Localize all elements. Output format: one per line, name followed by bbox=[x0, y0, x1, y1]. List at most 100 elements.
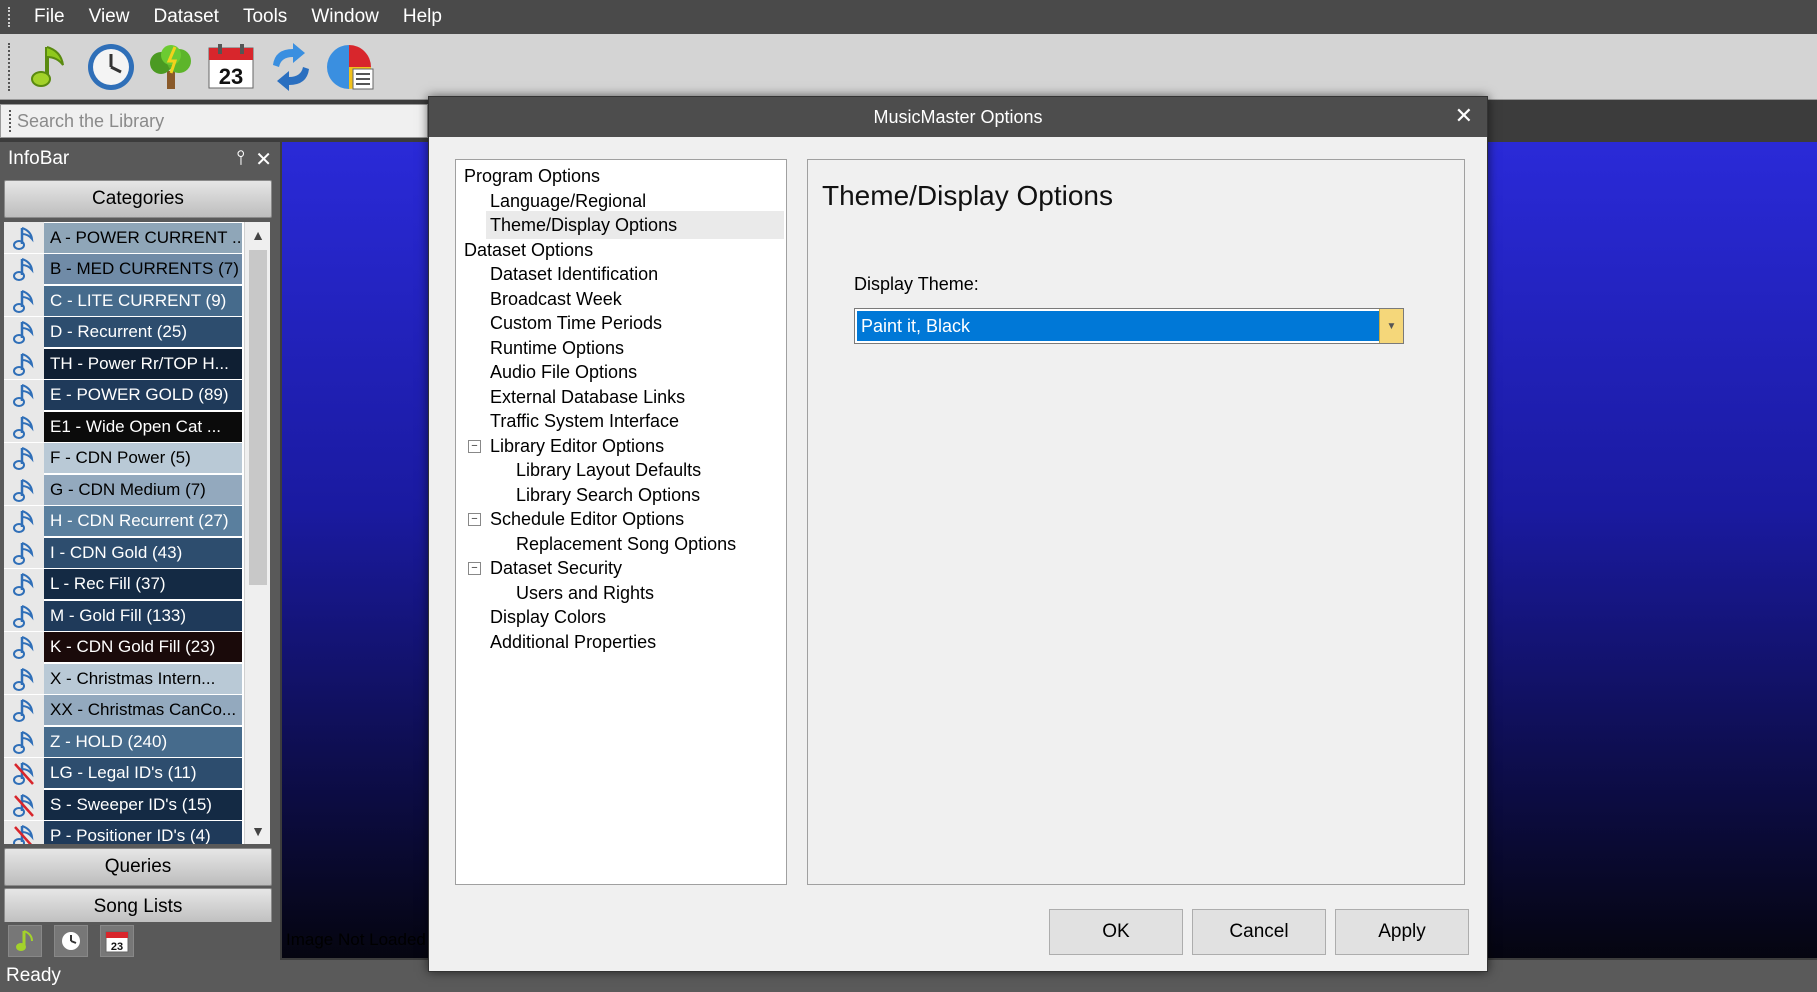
category-note-icon bbox=[4, 726, 44, 757]
category-list: ▲ ▼ A - POWER CURRENT ... B - MED CURRENT… bbox=[4, 222, 270, 844]
category-label: B - MED CURRENTS (7) bbox=[44, 254, 242, 284]
category-row[interactable]: P - Positioner ID's (4) bbox=[4, 820, 242, 844]
no-note-icon bbox=[4, 789, 44, 820]
category-row[interactable]: I - CDN Gold (43) bbox=[4, 537, 242, 568]
scroll-up-icon[interactable]: ▲ bbox=[245, 222, 270, 248]
note-tab-icon[interactable] bbox=[8, 925, 42, 957]
music-note-icon[interactable] bbox=[22, 38, 80, 96]
category-row[interactable]: A - POWER CURRENT ... bbox=[4, 222, 242, 253]
chart-icon[interactable] bbox=[322, 38, 380, 96]
category-note-icon bbox=[4, 694, 44, 726]
pin-icon[interactable]: ⫯ bbox=[237, 147, 246, 172]
dialog-title-bar[interactable]: MusicMaster Options ✕ bbox=[429, 97, 1487, 137]
dialog-close-icon[interactable]: ✕ bbox=[1455, 103, 1473, 129]
category-label: Z - HOLD (240) bbox=[44, 726, 242, 757]
category-note-icon bbox=[4, 663, 44, 694]
category-note-icon bbox=[4, 222, 44, 253]
category-row[interactable]: Z - HOLD (240) bbox=[4, 726, 242, 757]
menu-grip[interactable] bbox=[8, 7, 12, 27]
infobar-panel: InfoBar ⫯ ✕ Categories ▲ ▼ A - POWER CUR… bbox=[0, 142, 280, 960]
category-row[interactable]: F - CDN Power (5) bbox=[4, 442, 242, 474]
no-note-icon bbox=[4, 820, 44, 844]
menu-dataset[interactable]: Dataset bbox=[141, 0, 230, 34]
category-note-icon bbox=[4, 285, 44, 316]
menu-view[interactable]: View bbox=[77, 0, 142, 34]
display-theme-select[interactable]: Paint it, Black ▼ bbox=[854, 308, 1404, 344]
library-search-bar bbox=[0, 104, 428, 138]
scroll-down-icon[interactable]: ▼ bbox=[245, 818, 270, 844]
tree-item[interactable]: Additional Properties bbox=[486, 628, 656, 656]
category-row[interactable]: E1 - Wide Open Cat ... bbox=[4, 411, 242, 442]
category-row[interactable]: M - Gold Fill (133) bbox=[4, 600, 242, 631]
category-row[interactable]: G - CDN Medium (7) bbox=[4, 474, 242, 505]
dialog-title: MusicMaster Options bbox=[873, 106, 1043, 127]
scrollbar-thumb[interactable] bbox=[249, 250, 267, 585]
options-dialog: MusicMaster Options ✕ Program Options Lan… bbox=[428, 96, 1488, 972]
category-note-icon bbox=[4, 411, 44, 442]
calendar-tab-icon[interactable]: 23 bbox=[100, 925, 134, 957]
menu-window[interactable]: Window bbox=[299, 0, 391, 34]
category-row[interactable]: LG - Legal ID's (11) bbox=[4, 757, 242, 789]
category-row[interactable]: X - Christmas Intern... bbox=[4, 663, 242, 694]
category-label: LG - Legal ID's (11) bbox=[44, 758, 242, 788]
library-search-input[interactable] bbox=[17, 110, 407, 132]
queries-button[interactable]: Queries bbox=[4, 848, 272, 886]
menu-file[interactable]: File bbox=[22, 0, 77, 34]
categories-button[interactable]: Categories bbox=[4, 180, 272, 218]
apply-button[interactable]: Apply bbox=[1335, 909, 1469, 955]
collapse-icon[interactable]: − bbox=[468, 439, 481, 453]
category-row[interactable]: XX - Christmas CanCo... bbox=[4, 694, 242, 726]
menu-tools[interactable]: Tools bbox=[231, 0, 299, 34]
infobar-close-icon[interactable]: ✕ bbox=[255, 147, 272, 172]
category-note-icon bbox=[4, 600, 44, 631]
category-row[interactable]: TH - Power Rr/TOP H... bbox=[4, 348, 242, 379]
category-row[interactable]: C - LITE CURRENT (9) bbox=[4, 285, 242, 316]
search-grip[interactable] bbox=[9, 110, 13, 132]
calendar-icon[interactable]: 23 bbox=[202, 38, 260, 96]
category-note-icon bbox=[4, 474, 44, 505]
category-row[interactable]: H - CDN Recurrent (27) bbox=[4, 505, 242, 537]
tree-icon[interactable] bbox=[142, 38, 200, 96]
toolbar-grip[interactable] bbox=[8, 42, 12, 91]
category-note-icon bbox=[4, 348, 44, 379]
category-note-icon bbox=[4, 379, 44, 411]
panel-title: Theme/Display Options bbox=[822, 180, 1114, 211]
category-note-icon bbox=[4, 568, 44, 600]
category-row[interactable]: K - CDN Gold Fill (23) bbox=[4, 631, 242, 663]
image-status-text: Image Not Loaded bbox=[286, 930, 426, 949]
category-note-icon bbox=[4, 631, 44, 663]
infobar-title: InfoBar bbox=[8, 148, 70, 169]
clock-tab-icon[interactable] bbox=[54, 925, 88, 957]
clock-icon[interactable] bbox=[82, 38, 140, 96]
display-theme-value[interactable]: Paint it, Black bbox=[857, 311, 1381, 341]
refresh-icon[interactable] bbox=[262, 38, 320, 96]
dropdown-arrow-icon[interactable]: ▼ bbox=[1379, 309, 1403, 343]
category-label: P - Positioner ID's (4) bbox=[44, 821, 242, 844]
category-row[interactable]: S - Sweeper ID's (15) bbox=[4, 789, 242, 820]
menu-bar: File View Dataset Tools Window Help bbox=[0, 0, 1817, 34]
status-text: Ready bbox=[6, 965, 61, 986]
song-lists-button[interactable]: Song Lists bbox=[4, 888, 272, 926]
ok-button[interactable]: OK bbox=[1049, 909, 1183, 955]
category-label: F - CDN Power (5) bbox=[44, 443, 242, 473]
calendar-day: 23 bbox=[219, 64, 243, 89]
category-note-icon bbox=[4, 537, 44, 568]
category-row[interactable]: D - Recurrent (25) bbox=[4, 316, 242, 348]
category-scrollbar[interactable]: ▲ ▼ bbox=[244, 222, 270, 844]
category-label: E - POWER GOLD (89) bbox=[44, 380, 242, 410]
menu-help[interactable]: Help bbox=[391, 0, 454, 34]
category-note-icon bbox=[4, 442, 44, 474]
collapse-icon[interactable]: − bbox=[468, 562, 481, 575]
collapse-icon[interactable]: − bbox=[468, 513, 481, 526]
category-row[interactable]: E - POWER GOLD (89) bbox=[4, 379, 242, 411]
category-row[interactable]: B - MED CURRENTS (7) bbox=[4, 253, 242, 285]
category-label: K - CDN Gold Fill (23) bbox=[44, 632, 242, 662]
no-note-icon bbox=[4, 757, 44, 789]
cancel-button[interactable]: Cancel bbox=[1192, 909, 1326, 955]
category-note-icon bbox=[4, 316, 44, 348]
display-theme-label: Display Theme: bbox=[854, 274, 979, 294]
infobar-header: InfoBar ⫯ ✕ bbox=[0, 142, 280, 176]
category-row[interactable]: L - Rec Fill (37) bbox=[4, 568, 242, 600]
category-label: TH - Power Rr/TOP H... bbox=[44, 348, 242, 379]
category-note-icon bbox=[4, 505, 44, 537]
